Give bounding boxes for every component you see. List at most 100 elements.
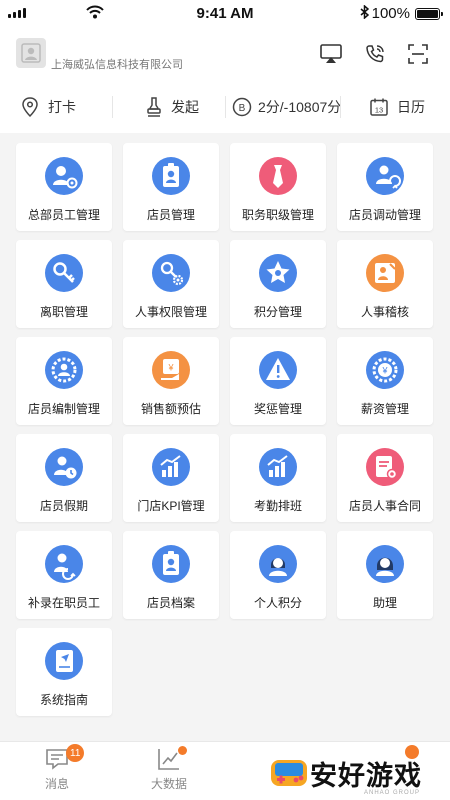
- divider: [112, 96, 113, 118]
- screen-cast-icon[interactable]: [318, 42, 344, 66]
- leave-clock-icon: [45, 448, 83, 486]
- module-label: 薪资管理: [360, 402, 409, 416]
- module-label: 店员编制管理: [27, 402, 100, 416]
- module-tile[interactable]: 奖惩管理: [230, 337, 326, 425]
- module-tile[interactable]: 店员调动管理: [337, 143, 433, 231]
- module-area: 总部员工管理 店员管理 职务职级管理 店员调动管理离职管理 人事权限管理 积分管理 人事稽核…: [0, 133, 450, 741]
- module-tile[interactable]: 店员人事合同: [337, 434, 433, 522]
- guide-book-icon: [45, 642, 83, 680]
- module-tile[interactable]: 店员假期: [16, 434, 112, 522]
- status-bar: 9:41 AM 100%: [0, 0, 450, 26]
- key-icon: [45, 254, 83, 292]
- header: 上海威弘信息科技有限公司: [0, 30, 450, 80]
- staff-badge-icon: [152, 157, 190, 195]
- battery-icon: [415, 7, 443, 20]
- bluetooth-icon: [360, 4, 369, 22]
- battery-percent: 100%: [371, 5, 410, 22]
- module-label: 职务职级管理: [241, 208, 314, 222]
- module-label: 个人积分: [253, 596, 302, 610]
- svg-text:¥: ¥: [381, 366, 388, 376]
- tie-icon: [259, 157, 297, 195]
- quick-actions-bar: 打卡 发起 B 2分/-10807分 13 日历: [0, 86, 450, 128]
- module-tile[interactable]: ¥ 薪资管理: [337, 337, 433, 425]
- key-gear-icon: [152, 254, 190, 292]
- avatar-placeholder-icon: [21, 43, 41, 63]
- module-tile[interactable]: 系统指南: [16, 628, 112, 716]
- calendar-button[interactable]: 13 日历: [369, 86, 425, 128]
- module-label: 门店KPI管理: [137, 499, 205, 513]
- checkin-button[interactable]: 打卡: [20, 86, 76, 128]
- module-tile[interactable]: 补录在职员工: [16, 531, 112, 619]
- audit-icon: [366, 254, 404, 292]
- watermark-sub: ANHAO GROUP: [364, 790, 421, 796]
- module-label: 店员人事合同: [348, 499, 421, 513]
- module-tile[interactable]: 总部员工管理: [16, 143, 112, 231]
- star-icon: [259, 254, 297, 292]
- module-tile[interactable]: 人事稽核: [337, 240, 433, 328]
- module-label: 店员档案: [146, 596, 195, 610]
- coin-icon: B: [232, 97, 252, 117]
- hq-staff-icon: [45, 157, 83, 195]
- person-icon: [259, 545, 297, 583]
- watermark: 安好游戏 ANHAO GROUP: [266, 748, 450, 798]
- module-label: 人事稽核: [360, 305, 409, 319]
- module-label: 店员管理: [146, 208, 195, 222]
- module-label: 人事权限管理: [134, 305, 207, 319]
- module-tile[interactable]: 门店KPI管理: [123, 434, 219, 522]
- scan-icon[interactable]: [405, 42, 431, 66]
- bigdata-dot: [178, 746, 187, 755]
- module-label: 销售额预估: [140, 402, 201, 416]
- avatar[interactable]: [16, 38, 46, 68]
- checkin-label: 打卡: [48, 99, 76, 115]
- company-name: 上海威弘信息科技有限公司: [51, 59, 183, 71]
- svg-text:B: B: [239, 103, 246, 114]
- module-label: 系统指南: [39, 693, 88, 707]
- kpi-chart-icon: [152, 448, 190, 486]
- initiate-button[interactable]: 发起: [145, 86, 199, 128]
- module-tile[interactable]: 店员编制管理: [16, 337, 112, 425]
- tab-bigdata-label: 大数据: [150, 777, 187, 791]
- module-label: 店员调动管理: [348, 208, 421, 222]
- tab-bigdata[interactable]: 大数据: [139, 746, 199, 792]
- module-label: 补录在职员工: [27, 596, 100, 610]
- staffing-gear-icon: [45, 351, 83, 389]
- assistant-icon: [366, 545, 404, 583]
- add-employee-icon: [45, 545, 83, 583]
- module-label: 总部员工管理: [27, 208, 100, 222]
- module-label: 奖惩管理: [253, 402, 302, 416]
- warning-icon: [259, 351, 297, 389]
- phone-icon[interactable]: [362, 42, 388, 66]
- contract-icon: [366, 448, 404, 486]
- watermark-text: 安好游戏: [310, 760, 422, 791]
- stamp-icon: [147, 97, 161, 117]
- divider: [340, 96, 341, 118]
- archive-icon: [152, 545, 190, 583]
- module-tile[interactable]: 助理: [337, 531, 433, 619]
- initiate-label: 发起: [171, 99, 199, 115]
- module-label: 助理: [372, 596, 397, 610]
- module-tile[interactable]: 店员管理: [123, 143, 219, 231]
- calendar-label: 日历: [397, 99, 425, 115]
- module-grid: 总部员工管理 店员管理 职务职级管理 店员调动管理离职管理 人事权限管理 积分管理 人事稽核…: [16, 143, 434, 716]
- svg-text:¥: ¥: [167, 363, 174, 373]
- module-label: 考勤排班: [253, 499, 302, 513]
- module-tile[interactable]: ¥ 销售额预估: [123, 337, 219, 425]
- module-label: 店员假期: [39, 499, 88, 513]
- divider: [225, 96, 226, 118]
- module-tile[interactable]: 考勤排班: [230, 434, 326, 522]
- module-tile[interactable]: 离职管理: [16, 240, 112, 328]
- module-tile[interactable]: 人事权限管理: [123, 240, 219, 328]
- svg-text:13: 13: [375, 106, 383, 115]
- gamepad-logo-icon: [271, 760, 307, 786]
- salary-gear-icon: ¥: [366, 351, 404, 389]
- module-tile[interactable]: 积分管理: [230, 240, 326, 328]
- module-tile[interactable]: 个人积分: [230, 531, 326, 619]
- points-button[interactable]: B 2分/-10807分: [232, 86, 341, 128]
- sales-estimate-icon: ¥: [152, 351, 190, 389]
- calendar-icon: 13: [370, 98, 388, 116]
- module-tile[interactable]: 店员档案: [123, 531, 219, 619]
- module-tile[interactable]: 职务职级管理: [230, 143, 326, 231]
- transfer-icon: [366, 157, 404, 195]
- points-label: 2分/-10807分: [258, 99, 342, 115]
- tab-messages-label: 消息: [44, 777, 69, 791]
